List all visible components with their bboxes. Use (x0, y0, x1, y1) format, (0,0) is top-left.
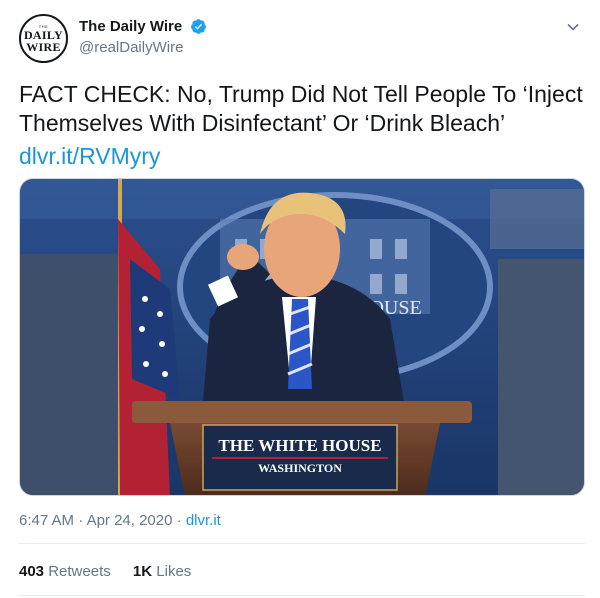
author-info: The Daily Wire @realDailyWire (79, 18, 207, 56)
meta-separator: · (176, 512, 182, 529)
tweet-time[interactable]: 6:47 AM (19, 512, 74, 529)
retweets-count: 403 (19, 563, 45, 580)
retweets-stat[interactable]: 403 Retweets (19, 563, 115, 580)
likes-stat[interactable]: 1K Likes (133, 563, 191, 580)
meta-separator: · (78, 512, 84, 529)
divider (19, 543, 585, 544)
tweet-date[interactable]: Apr 24, 2020 (87, 512, 173, 529)
tweet-link[interactable]: dlvr.it/RVMyry (19, 142, 160, 171)
avatar-text-line2: WIRE (26, 40, 61, 54)
tweet-image[interactable]: HOUSE THE WHITE HOUSE WASHINGTON (19, 178, 585, 496)
likes-label: Likes (156, 563, 192, 580)
avatar[interactable]: THE DAILY WIRE (19, 14, 68, 63)
retweets-label: Retweets (48, 563, 111, 580)
tweet-header: THE DAILY WIRE The Daily Wire @realDaily… (19, 14, 581, 64)
tweet-source[interactable]: dlvr.it (186, 512, 221, 529)
press-briefing-photo: HOUSE THE WHITE HOUSE WASHINGTON (20, 179, 584, 495)
tweet-meta: 6:47 AM · Apr 24, 2020 · dlvr.it (19, 512, 221, 529)
likes-count: 1K (132, 563, 153, 580)
divider (19, 595, 585, 596)
podium-title: THE WHITE HOUSE (218, 436, 381, 455)
tweet-text: FACT CHECK: No, Trump Did Not Tell Peopl… (19, 81, 583, 136)
podium-subtitle: WASHINGTON (258, 461, 342, 475)
display-name[interactable]: The Daily Wire (79, 18, 182, 35)
handle[interactable]: @realDailyWire (79, 39, 207, 56)
verified-badge-icon (190, 19, 206, 35)
chevron-down-icon[interactable] (566, 20, 580, 34)
tweet-stats: 403 Retweets 1K Likes (19, 563, 209, 580)
